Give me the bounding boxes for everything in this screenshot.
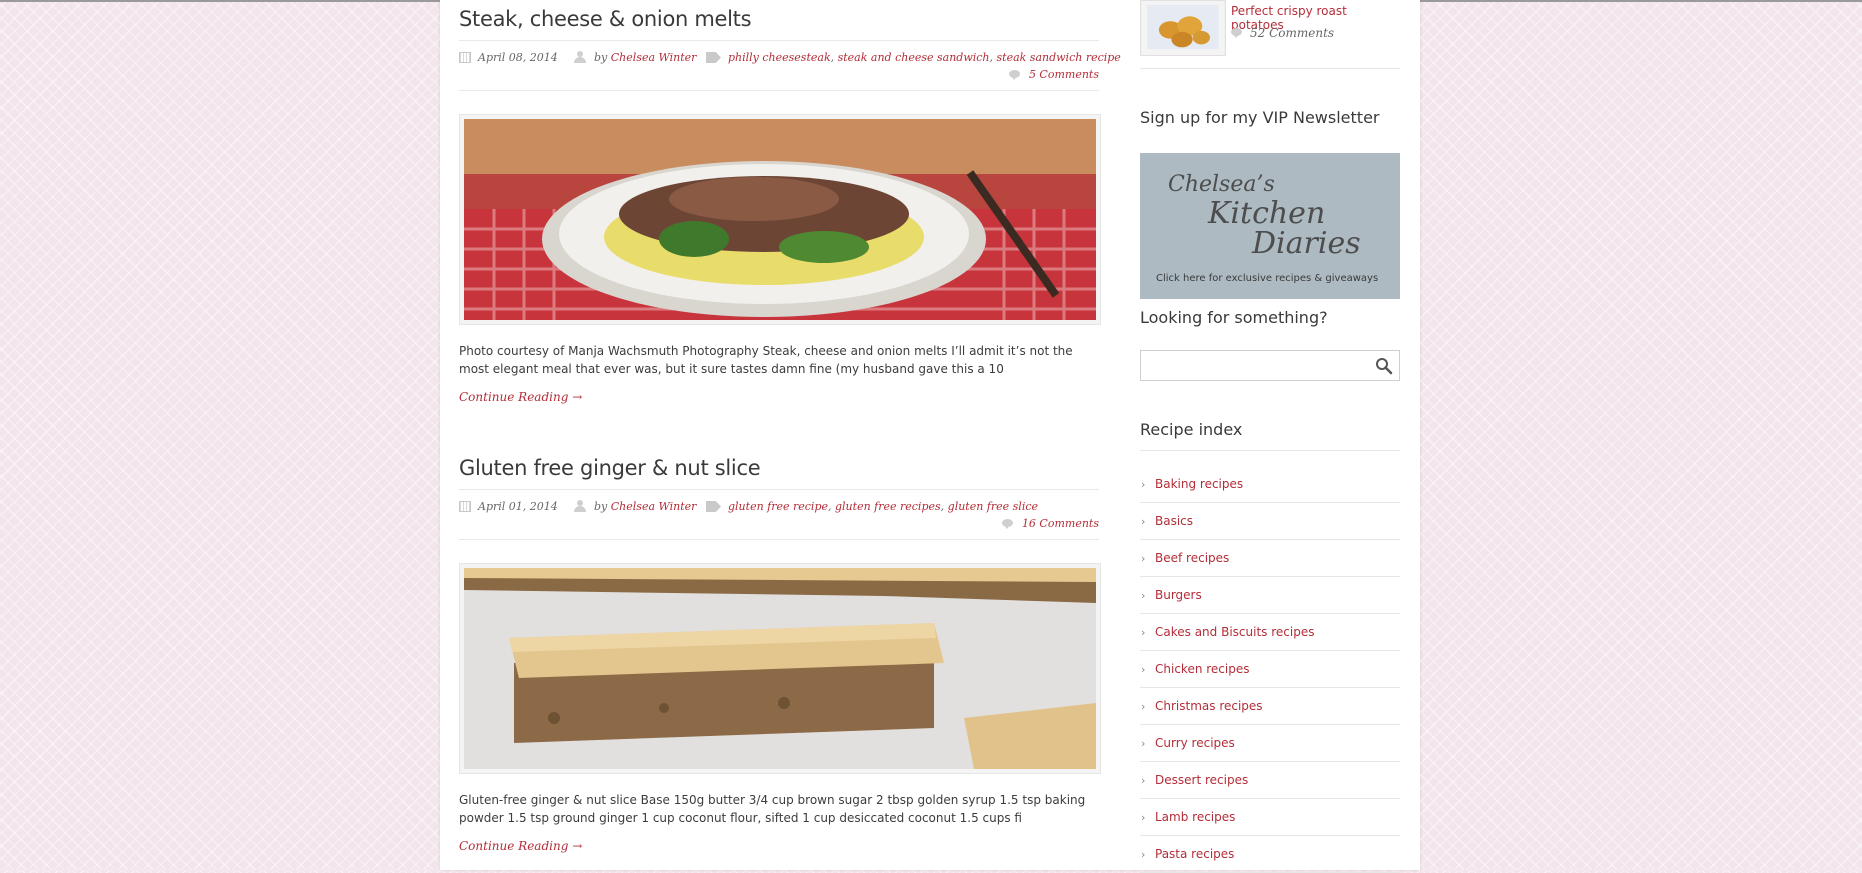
recipe-index-item: › Pasta recipes bbox=[1140, 836, 1400, 873]
comments-link[interactable]: 5 Comments bbox=[1029, 68, 1099, 81]
continue-reading-link[interactable]: Continue Reading → bbox=[459, 390, 1099, 404]
comment-bubble-icon bbox=[1231, 28, 1244, 38]
author-link[interactable]: Chelsea Winter bbox=[611, 500, 697, 513]
tag-link[interactable]: steak and cheese sandwich bbox=[838, 51, 990, 64]
calendar-icon bbox=[459, 501, 471, 512]
chevron-right-icon: › bbox=[1141, 663, 1146, 676]
calendar-icon bbox=[459, 52, 471, 63]
post-tags: gluten free recipe, gluten free recipes,… bbox=[706, 500, 1038, 513]
user-icon bbox=[573, 51, 587, 63]
post-author: by Chelsea Winter bbox=[573, 51, 696, 64]
post-image-frame bbox=[459, 114, 1101, 325]
recipe-index-item: › Basics bbox=[1140, 503, 1400, 540]
chevron-right-icon: › bbox=[1141, 774, 1146, 787]
post-title[interactable]: Gluten free ginger & nut slice bbox=[459, 455, 1099, 481]
recipe-index-link[interactable]: Basics bbox=[1155, 514, 1193, 528]
chevron-right-icon: › bbox=[1141, 626, 1146, 639]
tag-link[interactable]: gluten free recipe bbox=[728, 500, 828, 513]
recipe-index-item: › Curry recipes bbox=[1140, 725, 1400, 762]
user-icon bbox=[573, 500, 587, 512]
tag-link[interactable]: gluten free recipes bbox=[835, 500, 941, 513]
chevron-right-icon: › bbox=[1141, 700, 1146, 713]
chevron-right-icon: › bbox=[1141, 552, 1146, 565]
chevron-right-icon: › bbox=[1141, 811, 1146, 824]
post-author: by Chelsea Winter bbox=[573, 500, 696, 513]
post-title[interactable]: Steak, cheese & onion melts bbox=[459, 6, 1099, 32]
tag-link[interactable]: gluten free slice bbox=[948, 500, 1038, 513]
recipe-index-title: Recipe index bbox=[1140, 420, 1243, 439]
recipe-index-link[interactable]: Curry recipes bbox=[1155, 736, 1235, 750]
roast-potatoes-thumbnail[interactable] bbox=[1140, 0, 1226, 56]
post-meta: April 01, 2014 by Chelsea Winter gluten … bbox=[459, 489, 1099, 540]
post-date: April 01, 2014 bbox=[459, 500, 558, 513]
post-meta: April 08, 2014 by Chelsea Winter philly … bbox=[459, 40, 1121, 91]
post-comments: 16 Comments bbox=[1001, 517, 1099, 530]
continue-reading-link[interactable]: Continue Reading → bbox=[459, 839, 1099, 853]
author-link[interactable]: Chelsea Winter bbox=[611, 51, 697, 64]
recipe-index-link[interactable]: Beef recipes bbox=[1155, 551, 1229, 565]
post: Steak, cheese & onion melts April 08, 20… bbox=[459, 6, 1121, 404]
ginger-slice-photo[interactable] bbox=[464, 568, 1096, 769]
tag-link[interactable]: steak sandwich recipe bbox=[997, 51, 1121, 64]
post-tags: philly cheesesteak, steak and cheese san… bbox=[706, 51, 1121, 64]
page-container: Steak, cheese & onion melts April 08, 20… bbox=[440, 0, 1420, 873]
tag-link[interactable]: philly cheesesteak bbox=[728, 51, 831, 64]
chevron-right-icon: › bbox=[1141, 589, 1146, 602]
recipe-index-link[interactable]: Dessert recipes bbox=[1155, 773, 1248, 787]
banner-caption: Click here for exclusive recipes & givea… bbox=[1156, 273, 1378, 284]
recipe-index-link[interactable]: Baking recipes bbox=[1155, 477, 1243, 491]
divider bbox=[1140, 68, 1400, 69]
comments-link[interactable]: 16 Comments bbox=[1022, 517, 1099, 530]
recipe-index-item: › Beef recipes bbox=[1140, 540, 1400, 577]
chevron-right-icon: › bbox=[1141, 848, 1146, 861]
newsletter-banner[interactable]: Chelsea’s Kitchen Diaries Click here for… bbox=[1140, 153, 1400, 299]
comment-bubble-icon bbox=[1008, 70, 1022, 80]
recipe-index-item: › Burgers bbox=[1140, 577, 1400, 614]
recipe-index-link[interactable]: Pasta recipes bbox=[1155, 847, 1234, 861]
recent-post-comments: 52 Comments bbox=[1231, 26, 1334, 40]
post: Gluten free ginger & nut slice April 01,… bbox=[459, 455, 1101, 853]
post-date: April 08, 2014 bbox=[459, 51, 558, 64]
banner-line-1: Chelsea’s bbox=[1168, 172, 1275, 197]
search-box bbox=[1140, 350, 1400, 381]
recipe-index-link[interactable]: Chicken recipes bbox=[1155, 662, 1249, 676]
search-title: Looking for something? bbox=[1140, 308, 1328, 327]
post-excerpt: Gluten-free ginger & nut slice Base 150g… bbox=[459, 793, 1086, 825]
chevron-right-icon: › bbox=[1141, 478, 1146, 491]
tag-icon bbox=[706, 52, 721, 63]
search-input[interactable] bbox=[1145, 355, 1369, 377]
recipe-index-link[interactable]: Christmas recipes bbox=[1155, 699, 1263, 713]
recipe-index-link[interactable]: Burgers bbox=[1155, 588, 1202, 602]
search-icon[interactable] bbox=[1375, 357, 1393, 375]
banner-line-3: Diaries bbox=[1251, 226, 1361, 261]
recipe-index-link[interactable]: Cakes and Biscuits recipes bbox=[1155, 625, 1314, 639]
newsletter-title: Sign up for my VIP Newsletter bbox=[1140, 108, 1380, 127]
recipe-index-item: › Baking recipes bbox=[1140, 466, 1400, 503]
chevron-right-icon: › bbox=[1141, 515, 1146, 528]
steak-plate-photo[interactable] bbox=[464, 119, 1096, 320]
recipe-index-item: › Dessert recipes bbox=[1140, 762, 1400, 799]
recipe-index-item: › Chicken recipes bbox=[1140, 651, 1400, 688]
post-excerpt: Photo courtesy of Manja Wachsmuth Photog… bbox=[459, 344, 1073, 376]
recipe-index-list: › Baking recipes › Basics › Beef recipes › B… bbox=[1140, 466, 1400, 873]
recipe-index-item: › Lamb recipes bbox=[1140, 799, 1400, 836]
post-comments: 5 Comments bbox=[1008, 68, 1099, 81]
tag-icon bbox=[706, 501, 721, 512]
recipe-index-item: › Cakes and Biscuits recipes bbox=[1140, 614, 1400, 651]
recent-post: Perfect crispy roast potatoes 52 Comment… bbox=[1140, 0, 1400, 56]
recipe-index-item: › Christmas recipes bbox=[1140, 688, 1400, 725]
divider bbox=[1140, 450, 1400, 451]
post-image-frame bbox=[459, 563, 1101, 774]
chevron-right-icon: › bbox=[1141, 737, 1146, 750]
recipe-index-link[interactable]: Lamb recipes bbox=[1155, 810, 1235, 824]
comment-bubble-icon bbox=[1001, 519, 1015, 529]
